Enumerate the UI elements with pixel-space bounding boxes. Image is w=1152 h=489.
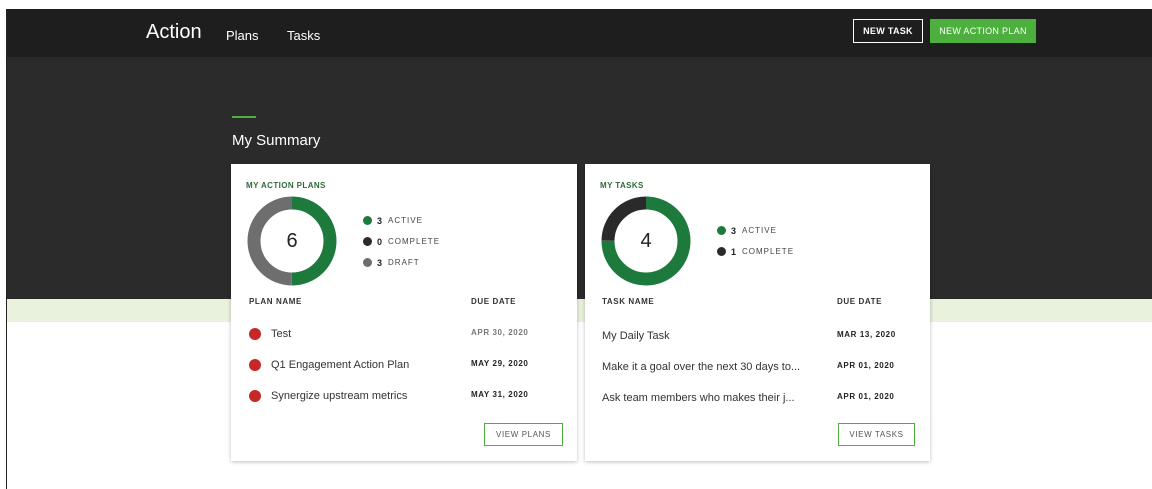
task-name[interactable]: Make it a goal over the next 30 days to.… [602,361,800,373]
status-dot-icon [249,328,261,340]
legend-label: DRAFT [388,258,420,267]
complete-dot-icon [363,237,372,246]
card-title: MY ACTION PLANS [246,181,326,190]
page-title: My Summary [232,132,321,149]
task-name[interactable]: Ask team members who makes their j... [602,392,795,404]
legend-count: 1 [731,246,737,257]
top-navbar: Action Plans Tasks NEW TASK NEW ACTION P… [7,9,1152,57]
table-row[interactable]: Synergize upstream metrics MAY 31, 2020 [231,386,577,406]
legend-label: COMPLETE [388,237,441,246]
legend-label: ACTIVE [742,226,777,235]
nav-link-plans[interactable]: Plans [226,28,259,43]
active-dot-icon [717,226,726,235]
tasks-card: MY TASKS 4 3 ACTIVE 1 COMPLETE TASK NAME… [585,164,930,461]
legend-item-complete: 1 COMPLETE [717,241,794,262]
frame-top [0,0,1152,9]
draft-dot-icon [363,258,372,267]
column-header-due-date[interactable]: DUE DATE [471,297,516,306]
hero-accent-line [232,116,256,118]
legend-count: 3 [731,225,737,236]
due-date: APR 30, 2020 [471,328,529,337]
new-task-button[interactable]: NEW TASK [853,19,923,43]
active-dot-icon [363,216,372,225]
nav-link-tasks[interactable]: Tasks [287,28,320,43]
frame-left [0,9,7,489]
due-date: APR 01, 2020 [837,392,895,401]
legend-label: ACTIVE [388,216,423,225]
view-plans-button[interactable]: VIEW PLANS [484,423,563,446]
plans-total: 6 [286,229,298,252]
column-header-due-date[interactable]: DUE DATE [837,297,882,306]
complete-dot-icon [717,247,726,256]
due-date: APR 01, 2020 [837,361,895,370]
legend-count: 0 [377,236,383,247]
legend-item-complete: 0 COMPLETE [363,231,440,252]
card-title: MY TASKS [600,181,644,190]
status-dot-icon [249,390,261,402]
table-row[interactable]: Make it a goal over the next 30 days to.… [585,357,930,377]
legend-count: 3 [377,257,383,268]
tasks-total: 4 [640,229,652,252]
app-brand[interactable]: Action [146,21,202,44]
legend-item-draft: 3 DRAFT [363,252,440,273]
legend-label: COMPLETE [742,247,795,256]
legend-item-active: 3 ACTIVE [363,210,440,231]
status-dot-icon [249,359,261,371]
task-name[interactable]: My Daily Task [602,330,670,342]
due-date: MAY 29, 2020 [471,359,529,368]
plan-name[interactable]: Q1 Engagement Action Plan [271,359,409,371]
app-frame: Action Plans Tasks NEW TASK NEW ACTION P… [0,0,1152,489]
plan-name[interactable]: Test [271,328,291,340]
new-action-plan-button[interactable]: NEW ACTION PLAN [930,19,1036,43]
table-row[interactable]: Test APR 30, 2020 [231,324,577,344]
table-row[interactable]: Q1 Engagement Action Plan MAY 29, 2020 [231,355,577,375]
table-row[interactable]: Ask team members who makes their j... AP… [585,388,930,408]
plan-name[interactable]: Synergize upstream metrics [271,390,407,402]
column-header-plan-name[interactable]: PLAN NAME [249,297,302,306]
due-date: MAR 13, 2020 [837,330,896,339]
action-plans-card: MY ACTION PLANS 6 3 ACTIVE 0 COMPLETE 3 … [231,164,577,461]
table-row[interactable]: My Daily Task MAR 13, 2020 [585,326,930,346]
legend-item-active: 3 ACTIVE [717,220,794,241]
tasks-legend: 3 ACTIVE 1 COMPLETE [717,220,794,262]
accent-band [7,299,1152,322]
column-header-task-name[interactable]: TASK NAME [602,297,654,306]
view-tasks-button[interactable]: VIEW TASKS [838,423,915,446]
plans-legend: 3 ACTIVE 0 COMPLETE 3 DRAFT [363,210,440,273]
summary-hero: My Summary [7,57,1152,299]
legend-count: 3 [377,215,383,226]
due-date: MAY 31, 2020 [471,390,529,399]
